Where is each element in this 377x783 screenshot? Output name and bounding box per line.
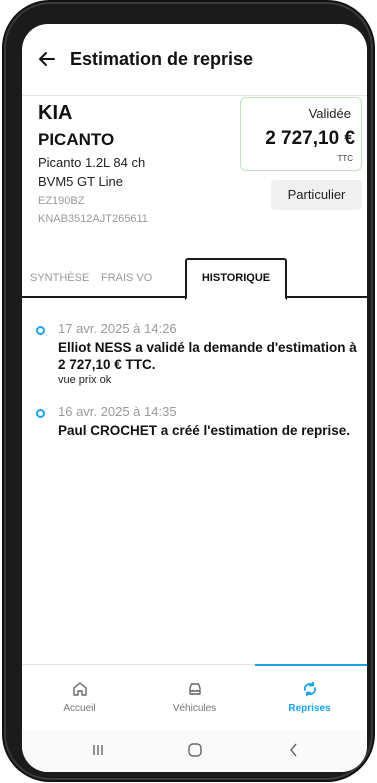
vehicle-spec-line-2: BVM5 GT Line bbox=[38, 174, 124, 189]
history-timeline: 17 avr. 2025 à 14:26 Elliot NESS a valid… bbox=[22, 319, 367, 455]
back-arrow-icon[interactable] bbox=[38, 50, 56, 68]
timeline-dot-icon bbox=[36, 409, 45, 418]
tab-frais-vo[interactable]: FRAIS VO bbox=[101, 272, 152, 284]
recent-apps-icon[interactable] bbox=[88, 740, 108, 760]
nav-label: Véhicules bbox=[172, 703, 217, 714]
status-badge: Validée bbox=[308, 106, 351, 121]
system-navigation-bar bbox=[22, 730, 367, 772]
home-button-icon[interactable] bbox=[185, 740, 205, 760]
system-back-icon[interactable] bbox=[284, 740, 304, 760]
history-note: vue prix ok bbox=[58, 374, 112, 386]
top-app-bar: Estimation de reprise bbox=[22, 24, 367, 96]
page-title: Estimation de reprise bbox=[70, 49, 254, 69]
nav-label: Accueil bbox=[63, 703, 96, 714]
history-item: 17 avr. 2025 à 14:26 Elliot NESS a valid… bbox=[22, 319, 367, 386]
history-item: 16 avr. 2025 à 14:35 Paul CROCHET a créé… bbox=[22, 402, 367, 439]
app-screen: Estimation de reprise KIA PICANTO Picant… bbox=[22, 24, 367, 772]
car-icon bbox=[188, 683, 201, 695]
history-text: Elliot NESS a validé la demande d'estima… bbox=[58, 340, 357, 372]
history-text: Paul CROCHET a créé l'estimation de repr… bbox=[58, 423, 351, 438]
estimate-price: 2 727,10 € bbox=[265, 128, 355, 149]
tax-label: TTC bbox=[337, 154, 353, 163]
vehicle-plate: EZ190BZ bbox=[38, 195, 85, 207]
tab-synthese[interactable]: SYNTHÈSE bbox=[30, 272, 89, 284]
sync-icon bbox=[303, 681, 316, 697]
home-icon bbox=[72, 682, 87, 696]
timeline-dot-icon bbox=[36, 326, 45, 335]
nav-label: Reprises bbox=[288, 703, 331, 714]
nav-vehicules[interactable]: Véhicules bbox=[137, 665, 252, 731]
tab-historique[interactable]: HISTORIQUE bbox=[185, 258, 287, 300]
history-date: 17 avr. 2025 à 14:26 bbox=[58, 321, 177, 336]
tab-bar: SYNTHÈSE FRAIS VO HISTORIQUE bbox=[22, 258, 367, 300]
history-date: 16 avr. 2025 à 14:35 bbox=[58, 404, 177, 419]
customer-type-badge: Particulier bbox=[271, 180, 362, 210]
nav-reprises[interactable]: Reprises bbox=[252, 665, 367, 731]
vehicle-vin: KNAB3512AJT265611 bbox=[38, 213, 148, 225]
vehicle-spec-line-1: Picanto 1.2L 84 ch bbox=[38, 155, 146, 170]
phone-frame: Estimation de reprise KIA PICANTO Picant… bbox=[6, 4, 371, 778]
estimate-price-card: Validée 2 727,10 € TTC bbox=[240, 97, 362, 171]
vehicle-model: PICANTO bbox=[38, 130, 115, 149]
nav-accueil[interactable]: Accueil bbox=[22, 665, 137, 731]
bottom-navigation: Accueil Véhicules Reprises bbox=[22, 664, 367, 730]
vehicle-brand: KIA bbox=[38, 102, 73, 124]
